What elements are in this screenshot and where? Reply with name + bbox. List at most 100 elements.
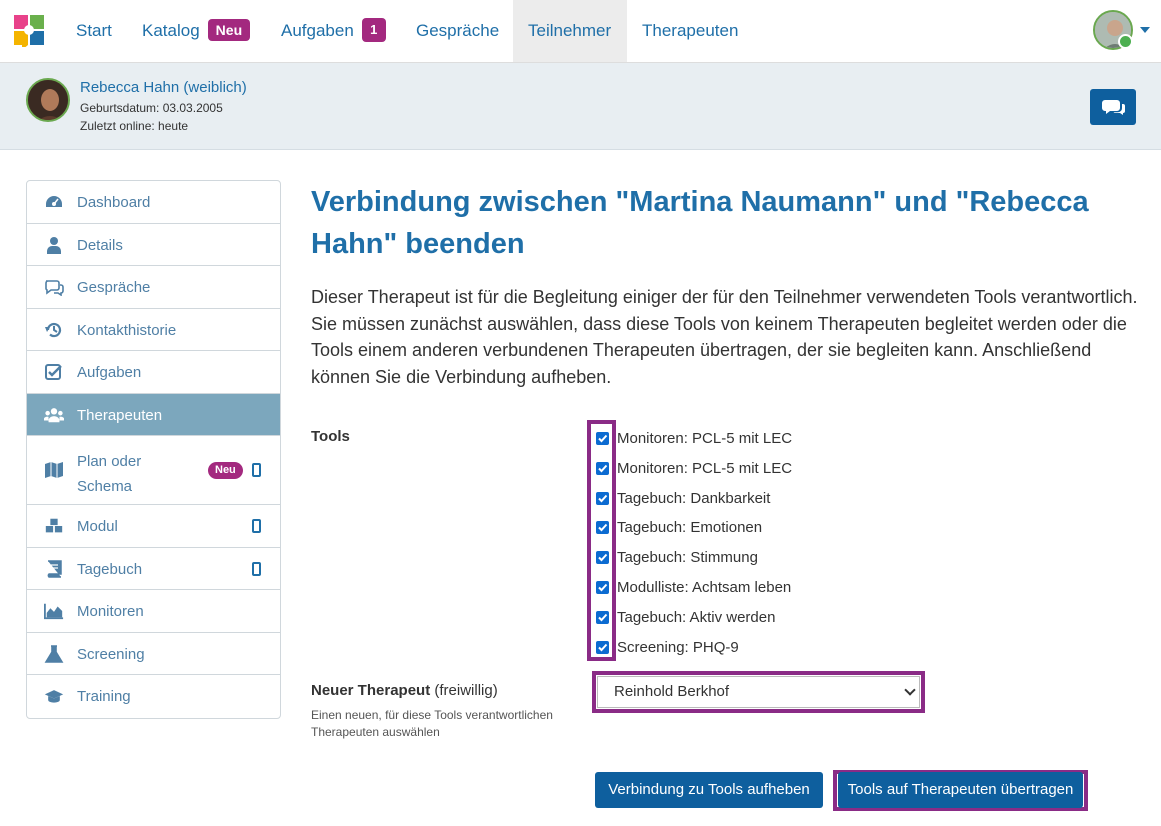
new-badge: Neu bbox=[207, 18, 251, 41]
nav-gespraeche[interactable]: Gespräche bbox=[401, 0, 514, 62]
nav-katalog[interactable]: Katalog Neu bbox=[127, 0, 265, 62]
nav-start-label: Start bbox=[76, 21, 112, 40]
tool-checkbox[interactable] bbox=[596, 461, 609, 475]
sidebar-item-therapeuten[interactable]: Therapeuten bbox=[27, 393, 280, 436]
new-therapist-label: Neuer Therapeut (freiwillig) bbox=[311, 682, 498, 699]
user-icon bbox=[47, 236, 61, 254]
select-value: Reinhold Berkhof bbox=[614, 683, 730, 700]
nav-gespraeche-label: Gespräche bbox=[416, 21, 500, 40]
sidebar-item-gespraeche[interactable]: Gespräche bbox=[27, 266, 280, 309]
checkmark-icon bbox=[598, 583, 608, 592]
checkmark-icon bbox=[598, 434, 608, 443]
tool-label: Screening: PHQ-9 bbox=[617, 638, 739, 656]
nav-therapeuten[interactable]: Therapeuten bbox=[627, 0, 753, 62]
tool-label: Modulliste: Achtsam leben bbox=[617, 579, 792, 596]
sidebar-item-details[interactable]: Details bbox=[27, 224, 280, 266]
sidebar-item-label: Therapeuten bbox=[77, 406, 163, 424]
sidebar-item-label: Training bbox=[77, 688, 131, 705]
online-status-icon bbox=[1118, 34, 1133, 49]
tool-checkbox[interactable] bbox=[596, 491, 609, 505]
sidebar-item-dashboard[interactable]: Dashboard bbox=[27, 181, 280, 224]
history-icon bbox=[45, 322, 62, 337]
sidebar-item-label: Aufgaben bbox=[77, 364, 142, 381]
sidebar-item-modul[interactable]: Modul bbox=[27, 505, 280, 548]
new-therapist-label-text: Neuer Therapeut bbox=[311, 682, 431, 699]
sidebar-item-label: Modul bbox=[77, 518, 118, 535]
area-chart-icon bbox=[44, 603, 64, 620]
task-count-badge: 1 bbox=[361, 17, 386, 42]
graduation-cap-icon bbox=[44, 690, 64, 703]
checkmark-icon bbox=[598, 524, 608, 532]
remove-tools-connection-button[interactable]: Verbindung zu Tools aufheben bbox=[595, 772, 823, 808]
tool-label: Monitoren: PCL-5 mit LEC bbox=[617, 430, 793, 447]
chat-button[interactable] bbox=[1090, 89, 1136, 125]
optional-hint: (freiwillig) bbox=[434, 682, 498, 699]
tool-label: Monitoren: PCL-5 mit LEC bbox=[617, 459, 793, 477]
tool-checkbox[interactable] bbox=[596, 610, 609, 624]
tool-label: Tagebuch: Stimmung bbox=[617, 549, 758, 567]
sidebar-item-label: Plan oder Schema bbox=[77, 453, 142, 495]
tool-checkbox[interactable] bbox=[596, 432, 609, 445]
patient-birthdate: Geburtsdatum: 03.03.2005 bbox=[80, 101, 223, 115]
tool-checkbox[interactable] bbox=[596, 581, 609, 594]
patient-header: Rebecca Hahn (weiblich) Geburtsdatum: 03… bbox=[0, 63, 1161, 150]
nav-therapeuten-label: Therapeuten bbox=[642, 21, 739, 40]
page-description: Dieser Therapeut ist für die Begleitung … bbox=[311, 287, 1138, 387]
tool-checkbox[interactable] bbox=[596, 551, 609, 565]
transfer-tools-button[interactable]: Tools auf Therapeuten übertragen bbox=[838, 772, 1083, 808]
new-badge: Neu bbox=[208, 462, 243, 479]
sidebar: Dashboard Details Gespräche Kontakthisto… bbox=[26, 180, 281, 719]
chevron-down-icon[interactable] bbox=[1140, 27, 1150, 33]
app-logo-icon[interactable] bbox=[14, 15, 44, 47]
patient-last-online: Zuletzt online: heute bbox=[80, 119, 189, 133]
tool-label: Tagebuch: Emotionen bbox=[617, 519, 763, 537]
new-therapist-select[interactable]: Reinhold Berkhof bbox=[597, 676, 920, 708]
dashboard-icon bbox=[46, 196, 62, 207]
nav-aufgaben[interactable]: Aufgaben 1 bbox=[266, 0, 401, 62]
checkmark-icon bbox=[598, 494, 608, 503]
comments-icon bbox=[45, 280, 64, 296]
sidebar-item-label: Details bbox=[77, 236, 123, 254]
sidebar-item-label: Screening bbox=[77, 645, 145, 663]
tool-checkbox[interactable] bbox=[596, 521, 609, 535]
page-title: Verbindung zwischen "Martina Naumann" un… bbox=[311, 186, 1089, 260]
cubes-icon bbox=[45, 518, 63, 533]
sidebar-item-label: Dashboard bbox=[77, 194, 151, 211]
tool-checkbox[interactable] bbox=[596, 640, 609, 654]
check-square-icon bbox=[45, 364, 62, 380]
checkbox-highlight-frame bbox=[587, 420, 616, 661]
sidebar-item-label: Kontakthistorie bbox=[77, 321, 177, 339]
mobile-icon bbox=[252, 463, 261, 477]
nav-teilnehmer[interactable]: Teilnehmer bbox=[513, 0, 627, 62]
nav-start[interactable]: Start bbox=[61, 0, 127, 62]
checkmark-icon bbox=[598, 554, 608, 562]
nav-aufgaben-label: Aufgaben bbox=[281, 21, 354, 40]
tool-label: Tagebuch: Dankbarkeit bbox=[617, 489, 771, 507]
patient-name[interactable]: Rebecca Hahn (weiblich) bbox=[80, 79, 247, 96]
sidebar-item-label: Monitoren bbox=[77, 603, 144, 620]
mobile-icon bbox=[252, 561, 261, 576]
checkmark-icon bbox=[598, 464, 608, 473]
sidebar-item-label: Gespräche bbox=[77, 279, 151, 296]
sidebar-item-tagebuch[interactable]: Tagebuch bbox=[27, 548, 280, 590]
new-therapist-help: Einen neuen, für diese Tools verantwortl… bbox=[311, 708, 553, 739]
users-icon bbox=[44, 407, 64, 422]
tools-label: Tools bbox=[311, 428, 350, 445]
flask-icon bbox=[44, 644, 64, 663]
sidebar-item-label: Tagebuch bbox=[77, 560, 143, 578]
comments-icon bbox=[1102, 100, 1125, 115]
tool-label: Tagebuch: Aktiv werden bbox=[617, 608, 776, 626]
sidebar-item-monitoren[interactable]: Monitoren bbox=[27, 590, 280, 633]
sidebar-item-aufgaben[interactable]: Aufgaben bbox=[27, 351, 280, 394]
map-icon bbox=[45, 462, 63, 478]
chevron-down-icon bbox=[904, 684, 916, 696]
sidebar-item-kontakthistorie[interactable]: Kontakthistorie bbox=[27, 309, 280, 351]
top-navbar: Start Katalog Neu Aufgaben 1 Gespräche Tei… bbox=[0, 0, 1161, 63]
checkmark-icon bbox=[598, 613, 608, 622]
sidebar-item-screening[interactable]: Screening bbox=[27, 633, 280, 675]
patient-avatar bbox=[26, 78, 70, 122]
sidebar-item-training[interactable]: Training bbox=[27, 675, 280, 718]
sidebar-item-plan-oder-schema[interactable]: Plan oder Schema Neu bbox=[27, 436, 280, 505]
book-icon bbox=[47, 559, 62, 578]
checkmark-icon bbox=[598, 643, 608, 652]
